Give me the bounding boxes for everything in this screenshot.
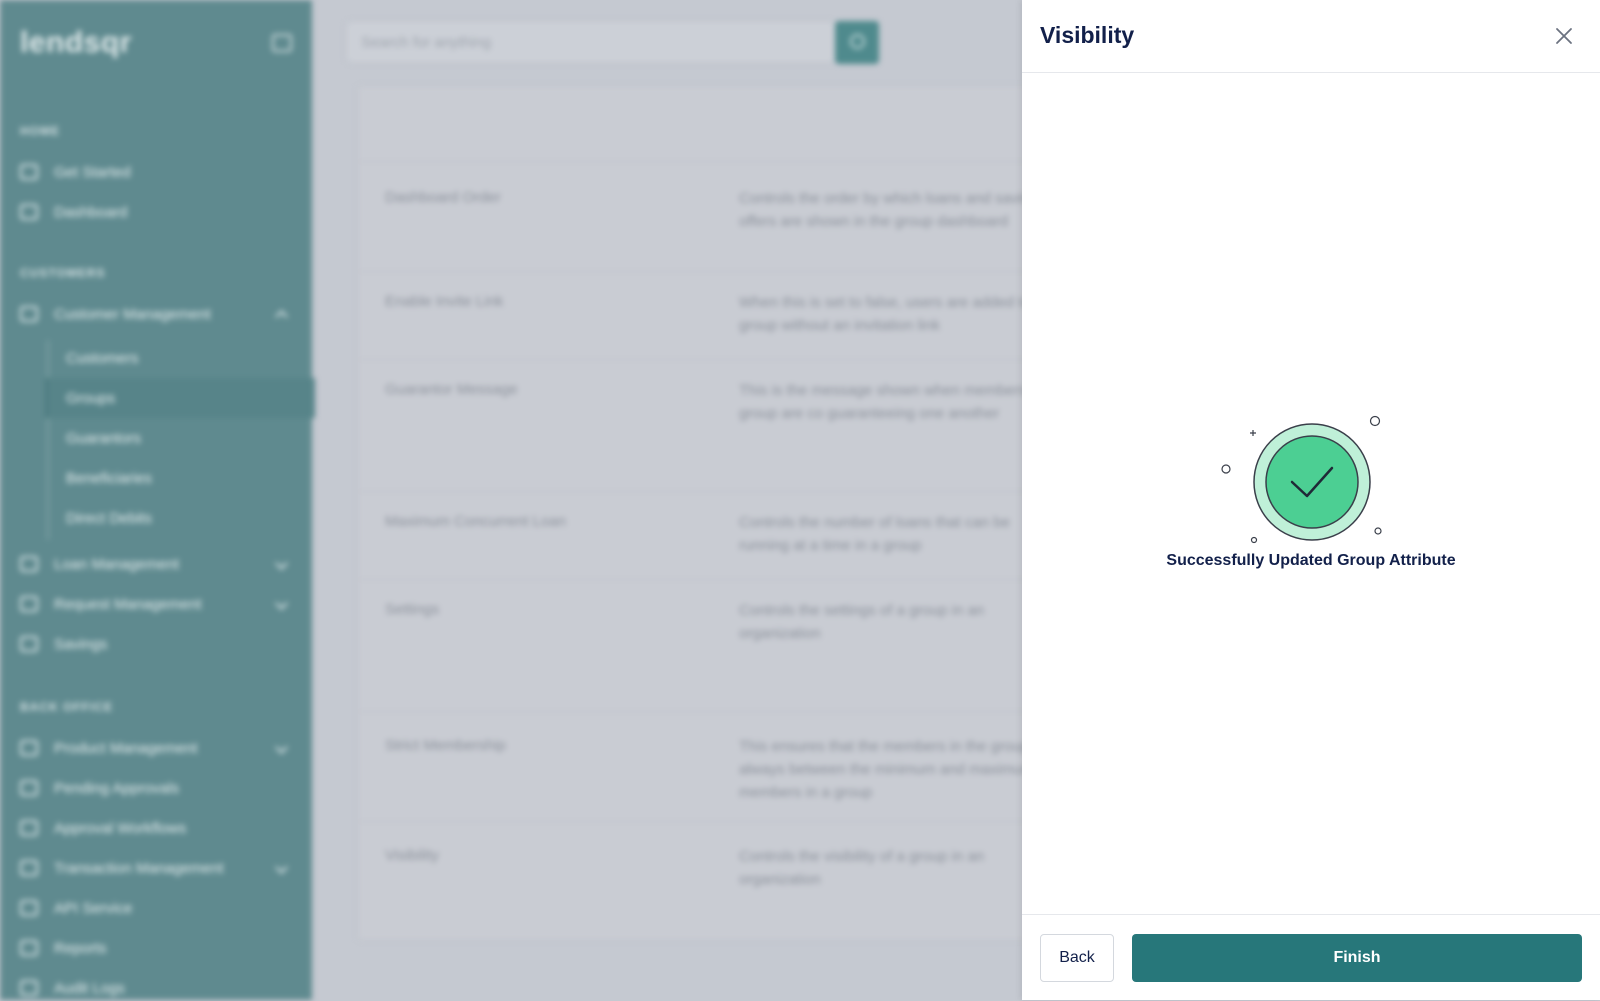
sidebar-item-customer-management[interactable]: Customer Management xyxy=(20,301,292,327)
sidebar-subitem-beneficiaries[interactable]: Beneficiaries xyxy=(66,470,152,487)
section-label-customers: CUSTOMERS xyxy=(20,266,106,280)
back-button[interactable]: Back xyxy=(1040,934,1114,982)
sidebar: lendsqr HOME Get Started Dashboard CUSTO… xyxy=(0,0,315,1001)
sidebar-item-savings[interactable]: Savings xyxy=(20,631,292,657)
piggy-bank-icon xyxy=(20,636,38,652)
side-panel: Visibility Successfully Updated Group At… xyxy=(1022,0,1600,1000)
chevron-up-icon xyxy=(275,310,288,323)
sidebar-item-audit-logs[interactable]: Audit Logs xyxy=(20,975,292,1001)
table-row[interactable]: Maximum Concurrent Loan Controls the num… xyxy=(359,491,1059,580)
table-row[interactable]: Visibility Controls the visibility of a … xyxy=(359,821,1059,937)
sidebar-item-loan-management[interactable]: Loan Management xyxy=(20,551,292,577)
dashboard-icon xyxy=(20,204,38,220)
sidebar-item-dashboard[interactable]: Dashboard xyxy=(20,199,292,225)
table-row[interactable]: Settings Controls the settings of a grou… xyxy=(359,579,1059,712)
table-row[interactable]: Enable Invite Link When this is set to f… xyxy=(359,271,1059,360)
sidebar-collapse-icon[interactable] xyxy=(272,34,292,52)
close-icon[interactable] xyxy=(1552,24,1576,48)
panel-title: Visibility xyxy=(1040,22,1135,48)
sidebar-item-request-management[interactable]: Request Management xyxy=(20,591,292,617)
finish-button[interactable]: Finish xyxy=(1132,934,1582,982)
search-placeholder: Search for anything xyxy=(361,34,492,51)
sidebar-subitem-groups[interactable]: Groups xyxy=(66,390,115,407)
attributes-table: Dashboard Order Controls the order by wh… xyxy=(358,86,1060,940)
sidebar-item-reports[interactable]: Reports xyxy=(20,935,292,961)
sidebar-item-pending-approvals[interactable]: Pending Approvals xyxy=(20,775,292,801)
loan-icon xyxy=(20,556,38,572)
table-row[interactable]: Strict Membership This ensures that the … xyxy=(359,711,1059,822)
chevron-down-icon xyxy=(275,741,288,754)
transaction-icon xyxy=(20,860,38,876)
submenu-line xyxy=(47,340,49,540)
table-row[interactable]: Guarantor Message This is the message sh… xyxy=(359,359,1059,492)
sidebar-item-api-service[interactable]: API Service xyxy=(20,895,292,921)
clock-icon xyxy=(20,780,38,796)
panel-header: Visibility xyxy=(1022,0,1600,73)
report-icon xyxy=(20,940,38,956)
chevron-down-icon xyxy=(275,861,288,874)
home-icon xyxy=(20,164,38,180)
section-label-home: HOME xyxy=(20,124,60,138)
search-input[interactable]: Search for anything xyxy=(346,21,836,63)
table-row xyxy=(359,87,1059,162)
sidebar-item-approval-workflows[interactable]: Approval Workflows xyxy=(20,815,292,841)
chart-icon xyxy=(20,596,38,612)
chevron-down-icon xyxy=(275,557,288,570)
app-logo: lendsqr xyxy=(20,26,132,59)
success-message: Successfully Updated Group Attribute xyxy=(1166,552,1456,569)
audit-log-icon xyxy=(20,980,38,996)
briefcase-icon xyxy=(20,740,38,756)
users-icon xyxy=(20,306,38,322)
success-check-icon xyxy=(1212,410,1412,550)
panel-footer: Back Finish xyxy=(1022,914,1600,1001)
api-icon xyxy=(20,900,38,916)
sidebar-item-get-started[interactable]: Get Started xyxy=(20,159,292,185)
section-label-back-office: BACK OFFICE xyxy=(20,700,113,714)
chevron-down-icon xyxy=(275,597,288,610)
table-row[interactable]: Dashboard Order Controls the order by wh… xyxy=(359,161,1059,272)
workflow-icon xyxy=(20,820,38,836)
sidebar-item-product-management[interactable]: Product Management xyxy=(20,735,292,761)
sidebar-subitem-direct-debits[interactable]: Direct Debits xyxy=(66,510,152,527)
sidebar-subitem-guarantors[interactable]: Guarantors xyxy=(66,430,141,447)
sidebar-subitem-customers[interactable]: Customers xyxy=(66,350,139,367)
search-button[interactable] xyxy=(835,21,879,64)
sidebar-item-transaction-management[interactable]: Transaction Management xyxy=(20,855,292,881)
